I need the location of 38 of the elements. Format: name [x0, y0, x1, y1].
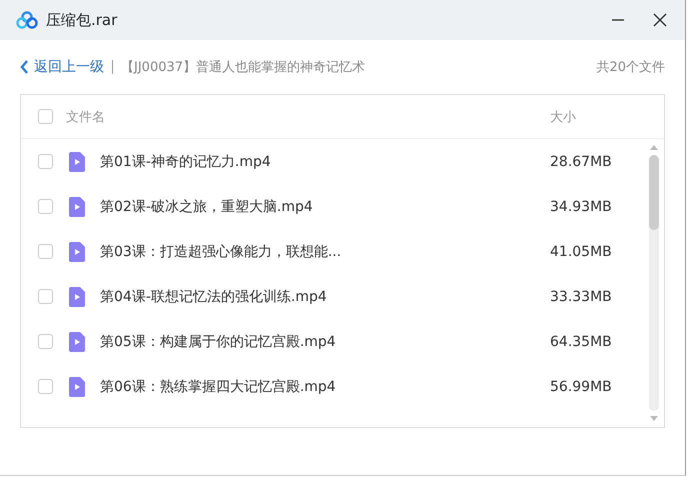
file-size: 34.93MB	[550, 198, 613, 214]
video-file-icon	[69, 152, 85, 172]
video-file-icon	[69, 196, 85, 216]
scrollbar[interactable]	[649, 145, 659, 421]
chevron-left-icon	[20, 60, 29, 74]
scroll-thumb[interactable]	[649, 155, 659, 230]
file-name[interactable]: 第06课：熟练掌握四大记忆宫殿.mp4	[100, 378, 550, 396]
cloud-logo-icon	[16, 11, 38, 29]
video-file-icon	[69, 376, 85, 396]
file-name[interactable]: 第03课：打造超强心像能力，联想能...	[100, 242, 550, 260]
file-size: 41.05MB	[550, 244, 613, 260]
scroll-up-icon[interactable]	[650, 145, 658, 150]
row-checkbox[interactable]	[38, 244, 53, 259]
file-name[interactable]: 第05课：构建属于你的记忆宫殿.mp4	[100, 332, 550, 350]
folder-path: 【JJ00037】普通人也能掌握的神奇记忆术	[121, 58, 366, 76]
file-count: 共20个文件	[596, 59, 665, 76]
row-checkbox[interactable]	[38, 199, 53, 214]
file-name[interactable]: 第02课-破冰之旅，重塑大脑.mp4	[100, 198, 550, 216]
video-file-icon	[69, 242, 85, 262]
row-checkbox[interactable]	[38, 334, 53, 349]
file-size: 64.35MB	[550, 334, 613, 350]
window-title: 压缩包.rar	[46, 10, 118, 30]
row-checkbox[interactable]	[38, 154, 53, 169]
row-checkbox[interactable]	[38, 379, 53, 394]
file-size: 28.67MB	[550, 154, 613, 170]
file-name[interactable]: 第04课-联想记忆法的强化训练.mp4	[100, 288, 550, 306]
scroll-down-icon[interactable]	[650, 416, 658, 421]
column-header: 文件名	[66, 108, 106, 126]
file-name[interactable]: 第01课-神奇的记忆力.mp4	[100, 152, 550, 170]
file-size: 33.33MB	[550, 288, 613, 304]
close-icon[interactable]	[653, 13, 667, 27]
video-file-icon	[69, 286, 85, 306]
back-link[interactable]: 返回上一级	[20, 58, 104, 76]
video-file-icon	[69, 332, 85, 352]
select-all-checkbox[interactable]	[38, 109, 53, 124]
row-checkbox[interactable]	[38, 289, 53, 304]
file-size: 56.99MB	[550, 378, 613, 394]
column-header: 大小	[550, 108, 576, 126]
